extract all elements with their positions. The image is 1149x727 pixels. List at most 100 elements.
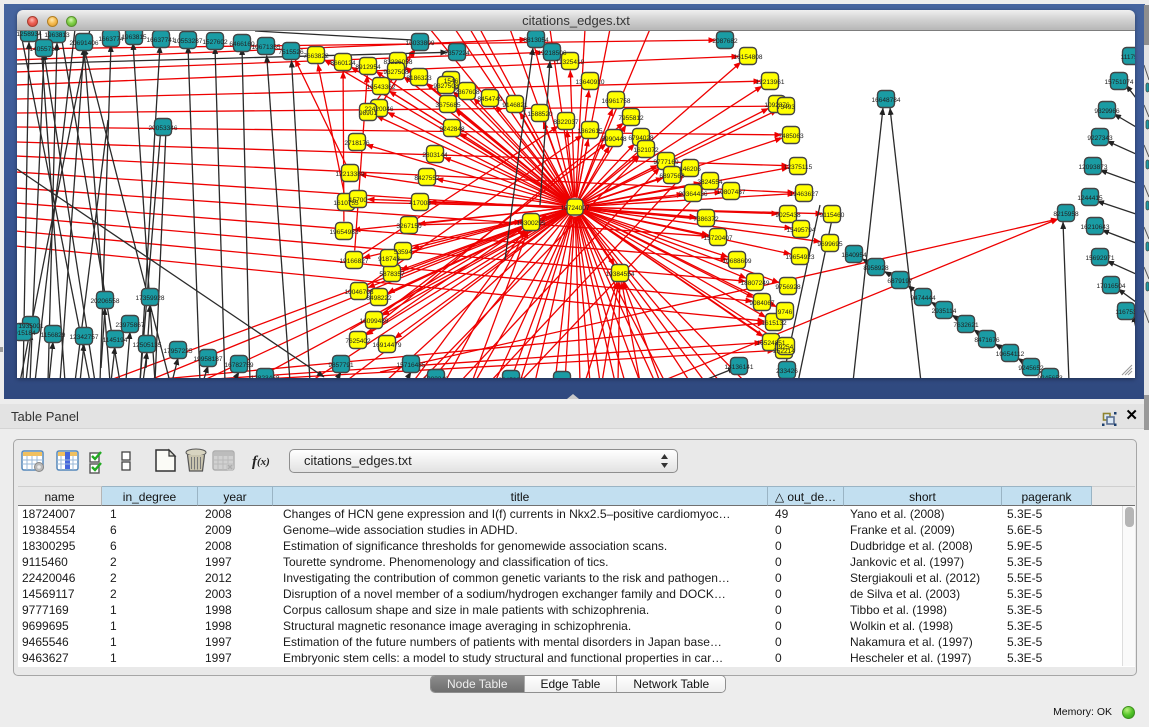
svg-text:7485063: 7485063 [778, 133, 804, 140]
svg-text:233426: 233426 [776, 368, 798, 375]
svg-text:1663774: 1663774 [98, 36, 124, 43]
svg-text:17359928: 17359928 [136, 295, 165, 302]
svg-text:1963813: 1963813 [44, 32, 70, 39]
svg-text:16154808: 16154808 [734, 54, 763, 61]
svg-text:19654923: 19654923 [786, 254, 815, 261]
svg-text:12375115: 12375115 [784, 164, 813, 171]
svg-text:10553287: 10553287 [174, 38, 203, 45]
svg-text:9254: 9254 [779, 344, 794, 351]
svg-text:19166827: 19166827 [340, 258, 369, 265]
svg-text:16914479: 16914479 [373, 342, 402, 349]
svg-text:20053346: 20053346 [149, 125, 178, 132]
svg-text:6879197: 6879197 [887, 278, 913, 285]
svg-text:9329966: 9329966 [1094, 108, 1120, 115]
svg-text:15692971: 15692971 [1086, 255, 1115, 262]
svg-text:16543362: 16543362 [367, 84, 396, 91]
svg-text:9699695: 9699695 [817, 241, 843, 248]
svg-text:10671355: 10671355 [252, 44, 281, 51]
svg-text:10807487: 10807487 [717, 189, 746, 196]
svg-text:7515526: 7515526 [278, 49, 304, 56]
svg-text:12342757: 12342757 [70, 334, 99, 341]
svg-text:1527602: 1527602 [202, 39, 228, 46]
svg-text:116753: 116753 [1115, 309, 1135, 316]
svg-text:8660124: 8660124 [330, 60, 356, 67]
svg-text:8322037: 8322037 [553, 119, 579, 126]
svg-text:9777169: 9777169 [653, 159, 679, 166]
svg-text:1621072: 1621072 [633, 147, 659, 154]
svg-text:1156829: 1156829 [41, 332, 66, 339]
svg-text:2935114: 2935114 [932, 308, 957, 315]
svg-text:20206558: 20206558 [91, 298, 120, 305]
svg-text:1258934: 1258934 [17, 31, 42, 38]
svg-text:8990448: 8990448 [601, 136, 627, 143]
svg-text:9857791: 9857791 [328, 362, 354, 369]
svg-text:417008: 417008 [409, 200, 431, 207]
svg-text:5878357: 5878357 [379, 271, 405, 278]
svg-text:16961758: 16961758 [602, 98, 631, 105]
svg-text:13640910: 13640910 [576, 79, 605, 86]
svg-text:11325419: 11325419 [556, 59, 585, 66]
svg-text:14055713: 14055713 [30, 46, 59, 53]
svg-text:8912954: 8912954 [355, 64, 381, 71]
svg-text:8454749: 8454749 [477, 96, 503, 103]
svg-text:12213961: 12213961 [756, 79, 785, 86]
svg-text:1640954: 1640954 [841, 252, 867, 259]
svg-text:7955812: 7955812 [618, 115, 644, 122]
svg-text:918743: 918743 [378, 256, 400, 263]
svg-text:9245653: 9245653 [1037, 375, 1063, 378]
svg-text:1202346: 1202346 [423, 376, 449, 378]
svg-text:12823468: 12823468 [251, 375, 280, 378]
svg-text:3675685: 3675685 [435, 102, 461, 109]
svg-text:16637741: 16637741 [147, 37, 176, 44]
svg-text:18807249: 18807249 [741, 280, 770, 287]
svg-text:9227343: 9227343 [1087, 135, 1113, 142]
svg-text:53594: 53594 [394, 249, 412, 256]
svg-text:2367608: 2367608 [454, 89, 480, 96]
svg-text:1244415: 1244415 [1077, 195, 1103, 202]
svg-text:16782759: 16782759 [225, 362, 254, 369]
svg-text:1145194: 1145194 [103, 337, 128, 344]
svg-text:15716485: 15716485 [397, 362, 426, 369]
svg-text:8186323: 8186323 [406, 75, 432, 82]
svg-text:19958187: 19958187 [194, 356, 223, 363]
svg-text:(x): (x) [257, 456, 270, 468]
svg-text:23975867: 23975867 [116, 322, 145, 329]
svg-text:7386372: 7386372 [693, 216, 719, 223]
svg-text:15720407: 15720407 [704, 235, 733, 242]
svg-text:19384554: 19384554 [606, 271, 635, 278]
svg-text:7663822: 7663822 [303, 53, 329, 60]
svg-text:19654983: 19654983 [330, 229, 359, 236]
svg-text:20691406: 20691406 [70, 40, 99, 47]
svg-text:7357224: 7357224 [444, 50, 470, 57]
svg-text:146206: 146206 [679, 166, 701, 173]
svg-text:1362615: 1362615 [577, 128, 603, 135]
svg-text:17016504: 17016504 [1097, 283, 1126, 290]
svg-text:1615132: 1615132 [761, 320, 787, 327]
svg-text:2718176: 2718176 [344, 140, 370, 147]
svg-text:1963815: 1963815 [121, 34, 147, 41]
svg-text:18300295: 18300295 [517, 220, 546, 227]
svg-text:98901: 98901 [359, 110, 377, 117]
svg-text:3824554: 3824554 [697, 179, 723, 186]
svg-text:15495794: 15495794 [787, 227, 816, 234]
svg-text:16099489: 16099489 [360, 318, 389, 325]
svg-text:9025438: 9025438 [775, 212, 801, 219]
svg-text:9115460: 9115460 [820, 212, 845, 219]
svg-text:9146821: 9146821 [502, 102, 528, 109]
svg-text:111753: 111753 [1121, 54, 1135, 61]
svg-text:8958928: 8958928 [863, 265, 889, 272]
svg-text:16648784: 16648784 [872, 97, 901, 104]
svg-text:7625402: 7625402 [345, 338, 371, 345]
svg-text:1588520: 1588520 [527, 111, 553, 118]
svg-text:18724007: 18724007 [561, 205, 590, 212]
svg-text:10688609: 10688609 [723, 258, 752, 265]
svg-text:2803144: 2803144 [422, 152, 448, 159]
svg-text:9756928: 9756928 [775, 284, 801, 291]
svg-text:7632621: 7632621 [953, 322, 979, 329]
svg-text:15700: 15700 [349, 197, 367, 204]
svg-text:12213389: 12213389 [336, 171, 365, 178]
svg-text:9242848: 9242848 [439, 126, 465, 133]
svg-text:9245093: 9245093 [498, 377, 524, 378]
svg-text:9084067: 9084067 [749, 300, 775, 307]
svg-text:16033809: 16033809 [406, 40, 435, 47]
